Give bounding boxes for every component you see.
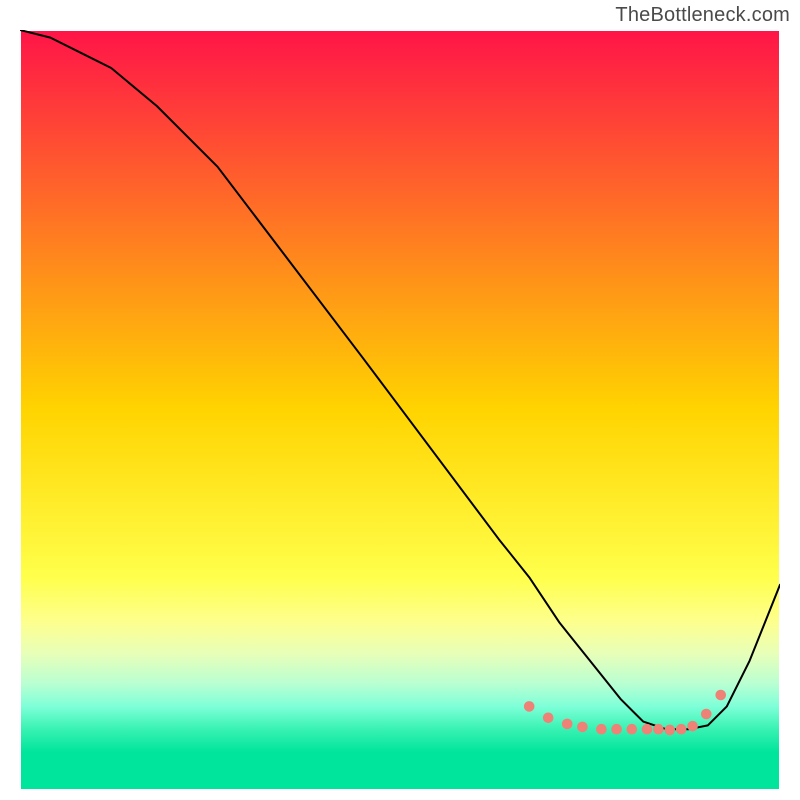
chart-frame: TheBottleneck.com <box>0 0 800 800</box>
chart-svg <box>20 30 780 790</box>
dot-optimal-dots <box>642 724 653 735</box>
dot-optimal-dots <box>543 713 554 724</box>
dot-optimal-dots <box>701 709 712 720</box>
dot-optimal-dots <box>627 724 638 735</box>
dot-optimal-dots <box>596 724 607 735</box>
dot-optimal-dots <box>653 724 664 735</box>
dot-optimal-dots <box>611 724 622 735</box>
dot-optimal-dots <box>715 690 726 701</box>
dot-optimal-dots <box>577 722 588 733</box>
watermark-text: TheBottleneck.com <box>615 4 790 27</box>
dot-optimal-dots <box>524 701 535 712</box>
dot-optimal-dots <box>687 721 698 732</box>
dot-optimal-dots <box>562 719 573 730</box>
dot-optimal-dots <box>665 725 676 736</box>
plot-area <box>20 30 780 790</box>
dot-optimal-dots <box>676 724 687 735</box>
